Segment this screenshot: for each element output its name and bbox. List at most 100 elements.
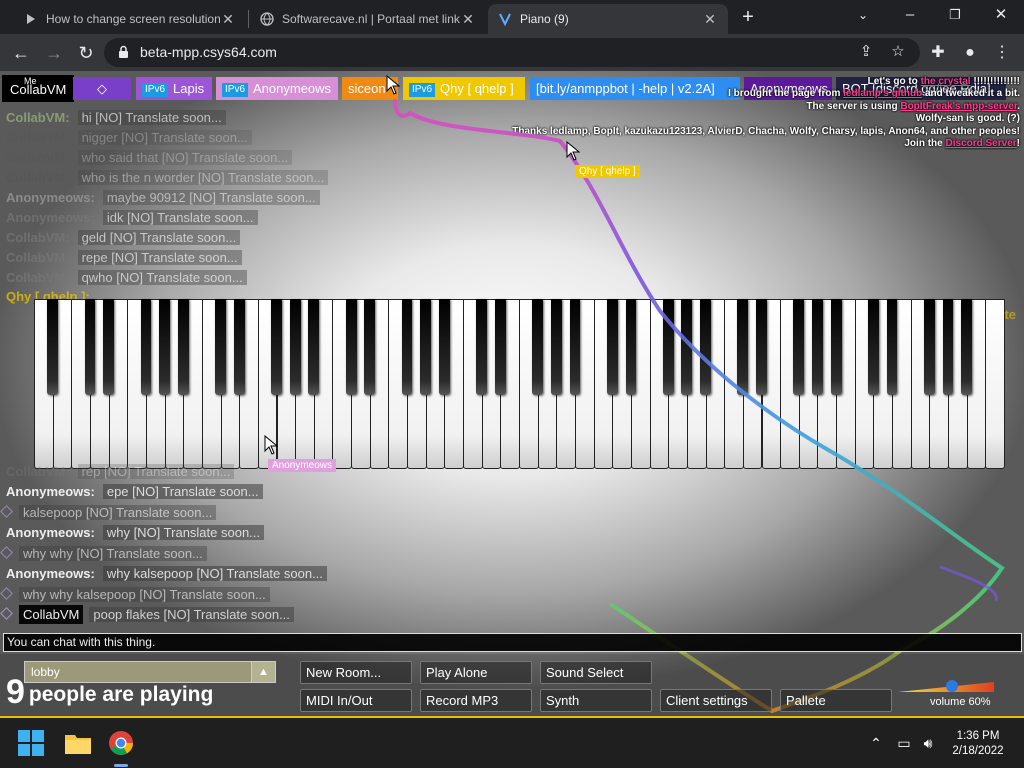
black-key[interactable] xyxy=(420,299,432,395)
chat-message: CollabVM: qwho [NO] Translate soon... xyxy=(6,269,247,287)
black-key[interactable] xyxy=(532,299,544,395)
black-key[interactable] xyxy=(625,299,637,395)
black-key[interactable] xyxy=(961,299,973,395)
github-link[interactable]: ledlamp's github xyxy=(843,88,922,99)
user-tag[interactable]: IPv6 Anonymeows xyxy=(216,77,338,100)
black-key[interactable] xyxy=(476,299,488,395)
black-key[interactable] xyxy=(271,299,282,395)
chat-message: CollabVM: geld [NO] Translate soon... xyxy=(6,229,241,247)
black-key[interactable] xyxy=(812,299,823,395)
midi-button[interactable]: MIDI In/Out xyxy=(300,689,412,712)
chat-message: why why [NO] Translate soon... xyxy=(0,545,207,563)
close-tab-icon[interactable]: ✕ xyxy=(220,11,236,28)
chat-message: CollabVM: hi [NO] Translate soon... xyxy=(6,109,226,127)
synth-button[interactable]: Synth xyxy=(540,689,652,712)
black-key[interactable] xyxy=(550,299,562,395)
wikihow-icon xyxy=(27,14,35,24)
chat-message: CollabVM: rep [NO] Translate soon... xyxy=(6,463,235,481)
discord-link[interactable]: Discord Server xyxy=(946,138,1017,149)
sound-select-button[interactable]: Sound Select xyxy=(540,661,652,684)
client-settings-button[interactable]: Client settings xyxy=(660,689,772,712)
piano-keyboard[interactable] xyxy=(34,299,1005,469)
menu-icon[interactable]: ⋮ xyxy=(990,41,1014,65)
black-key[interactable] xyxy=(923,299,935,395)
black-key[interactable] xyxy=(942,299,954,395)
crystal-link[interactable]: the crystal xyxy=(921,76,971,87)
black-key[interactable] xyxy=(140,299,152,395)
black-key[interactable] xyxy=(177,299,189,395)
user-tag[interactable]: IPv6 Qhy [ qhelp ] xyxy=(403,77,525,100)
chat-message: CollabVM: who is the n worder [NO] Transl… xyxy=(6,169,329,187)
credits-text: Let's go to the crystal !!!!!!!!!!!!!! I… xyxy=(512,76,1020,150)
black-key[interactable] xyxy=(103,299,115,395)
chevron-up-icon[interactable]: ▲ xyxy=(251,662,275,682)
tab-search-icon[interactable]: ⌄ xyxy=(848,3,878,27)
network-icon[interactable]: ▭ xyxy=(894,733,914,753)
black-key[interactable] xyxy=(569,299,581,395)
reload-icon[interactable]: ↻ xyxy=(73,40,99,66)
chevron-up-icon[interactable]: ⌃ xyxy=(866,733,886,753)
black-key[interactable] xyxy=(289,299,301,395)
black-key[interactable] xyxy=(364,299,376,395)
close-window-icon[interactable]: ✕ xyxy=(986,3,1016,27)
pallete-button[interactable]: Pallete xyxy=(780,689,892,712)
new-room-button[interactable]: New Room... xyxy=(300,661,412,684)
black-key[interactable] xyxy=(215,299,226,395)
profile-icon[interactable]: ● xyxy=(958,41,982,65)
record-mp3-button[interactable]: Record MP3 xyxy=(420,689,532,712)
tab-piano[interactable]: Piano (9) ✕ xyxy=(488,4,728,34)
restore-icon[interactable]: ❐ xyxy=(940,3,970,27)
user-tag[interactable]: ◇ xyxy=(73,77,131,100)
black-key[interactable] xyxy=(868,299,879,395)
black-key[interactable] xyxy=(756,299,767,395)
star-icon[interactable]: ☆ xyxy=(888,42,908,62)
close-tab-icon[interactable]: ✕ xyxy=(702,11,718,28)
volume-icon[interactable]: 🔊︎ xyxy=(918,733,938,753)
extensions-icon[interactable]: ✚ xyxy=(926,41,950,65)
black-key[interactable] xyxy=(47,299,59,395)
user-tag-me[interactable]: Me CollabVM xyxy=(2,75,75,102)
back-icon[interactable]: ← xyxy=(8,40,34,66)
black-key[interactable] xyxy=(830,299,842,395)
black-key[interactable] xyxy=(84,299,96,395)
tab-softwarecave[interactable]: Softwarecave.nl | Portaal met link ✕ xyxy=(250,4,486,34)
black-key[interactable] xyxy=(308,299,320,395)
chrome-icon[interactable] xyxy=(108,730,134,756)
black-key[interactable] xyxy=(662,299,674,395)
server-link[interactable]: BopItFreak's mpp-server xyxy=(900,101,1017,112)
black-key[interactable] xyxy=(886,299,898,395)
close-tab-icon[interactable]: ✕ xyxy=(460,11,476,28)
chat-input[interactable]: You can chat with this thing. xyxy=(3,633,1022,652)
lock-icon[interactable] xyxy=(118,45,129,59)
share-icon[interactable]: ⇪ xyxy=(856,42,876,62)
black-key[interactable] xyxy=(700,299,711,395)
user-tag[interactable]: IPv6 Lapis xyxy=(136,77,212,100)
black-key[interactable] xyxy=(606,299,618,395)
chat-message: kalsepoop [NO] Translate soon... xyxy=(0,504,217,522)
black-key[interactable] xyxy=(737,299,749,395)
black-key[interactable] xyxy=(233,299,245,395)
black-key[interactable] xyxy=(401,299,413,395)
black-key[interactable] xyxy=(681,299,693,395)
file-explorer-icon[interactable] xyxy=(64,731,92,755)
windows-start-icon[interactable] xyxy=(18,730,44,756)
tab-screen-resolution[interactable]: How to change screen resolution ✕ xyxy=(14,4,246,34)
black-key[interactable] xyxy=(345,299,357,395)
address-bar[interactable]: beta-mpp.csys64.com ⇪ ☆ xyxy=(104,38,920,67)
minimize-icon[interactable]: – xyxy=(895,3,925,27)
black-key[interactable] xyxy=(159,299,170,395)
black-key[interactable] xyxy=(793,299,805,395)
clock[interactable]: 1:36 PM 2/18/2022 xyxy=(950,729,1006,759)
chat-message: why why kalsepoop [NO] Translate soon... xyxy=(0,586,270,604)
forward-icon[interactable]: → xyxy=(41,40,67,66)
chat-message: Anonymeows: why kalsepoop [NO] Translate … xyxy=(6,565,327,583)
volume-slider[interactable] xyxy=(898,680,994,694)
chat-message: Anonymeows: epe [NO] Translate soon... xyxy=(6,483,263,501)
user-name: Anonymeows xyxy=(253,81,332,96)
new-tab-button[interactable]: + xyxy=(738,5,758,29)
url-text[interactable]: beta-mpp.csys64.com xyxy=(140,38,277,67)
black-key[interactable] xyxy=(494,299,506,395)
play-alone-button[interactable]: Play Alone xyxy=(420,661,532,684)
black-key[interactable] xyxy=(438,299,450,395)
white-key[interactable] xyxy=(985,299,1005,469)
